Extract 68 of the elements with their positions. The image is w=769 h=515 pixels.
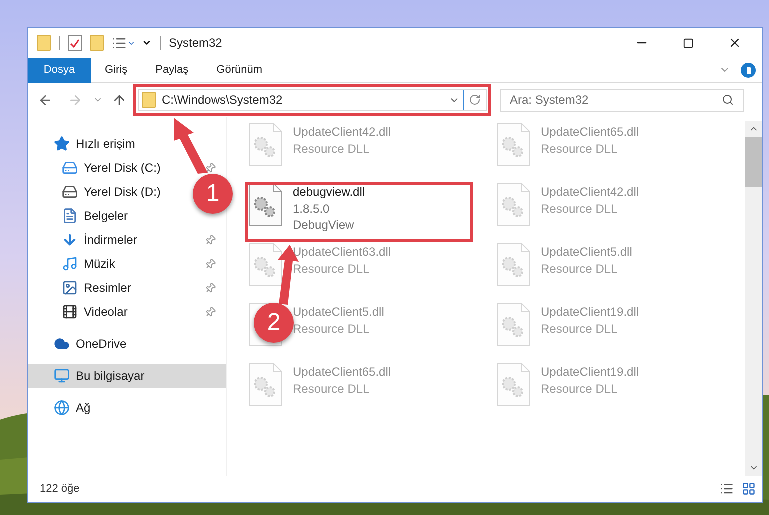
search-icon[interactable] xyxy=(722,94,734,106)
nav-item[interactable]: Yerel Disk (D:) xyxy=(62,180,163,204)
network-icon xyxy=(54,400,70,416)
download-icon xyxy=(62,232,78,248)
file-detail: Resource DLL xyxy=(541,141,619,157)
document-icon xyxy=(62,208,78,224)
nav-item[interactable]: Resimler xyxy=(62,276,134,300)
customize-icon[interactable] xyxy=(142,38,152,48)
nav-item[interactable]: Yerel Disk (C:) xyxy=(62,156,163,180)
drive-icon xyxy=(62,160,78,176)
folder-icon xyxy=(37,35,51,51)
ribbon-tab[interactable]: Paylaş xyxy=(142,58,203,82)
item-count: 122 öğe xyxy=(40,482,81,497)
gear-file-icon xyxy=(497,243,531,287)
details-view-icon[interactable] xyxy=(720,482,734,496)
gear-file-icon xyxy=(249,363,283,407)
nav-item[interactable]: OneDrive xyxy=(54,332,129,356)
gear-file-icon xyxy=(497,363,531,407)
address-path: C:\Windows\System32 xyxy=(162,92,283,109)
star-icon xyxy=(54,136,70,152)
file-detail: Resource DLL xyxy=(293,261,371,277)
window-title: System32 xyxy=(169,35,222,52)
maximize-icon[interactable] xyxy=(683,38,694,48)
file-detail: Resource DLL xyxy=(541,201,619,217)
back-icon[interactable] xyxy=(38,92,53,108)
gear-file-icon xyxy=(497,123,531,167)
file-name[interactable]: debugview.dll xyxy=(293,184,366,201)
gear-file-icon xyxy=(249,183,283,227)
ribbon-tab[interactable]: Giriş xyxy=(91,58,142,82)
ribbon-tab[interactable]: Dosya xyxy=(28,58,91,82)
nav-item[interactable]: Hızlı erişim xyxy=(54,132,138,156)
scrollbar[interactable] xyxy=(745,121,762,476)
scroll-thumb[interactable] xyxy=(745,137,762,187)
gear-file-icon xyxy=(249,243,283,287)
nav-item[interactable]: İndirmeler xyxy=(62,228,140,252)
file-detail: Resource DLL xyxy=(541,381,619,397)
properties-icon[interactable] xyxy=(112,36,127,50)
file-detail: Resource DLL xyxy=(541,321,619,337)
checklist-icon[interactable] xyxy=(68,35,82,51)
close-icon[interactable] xyxy=(728,36,742,50)
search-field[interactable]: Ara: System32 xyxy=(500,88,744,112)
ribbon-tab[interactable]: Görünüm xyxy=(202,58,276,82)
nav-item[interactable]: Belgeler xyxy=(62,204,130,228)
nav-item[interactable]: Müzik xyxy=(62,252,118,276)
file-detail: 1.8.5.0 xyxy=(293,201,331,217)
refresh-icon[interactable] xyxy=(469,94,481,106)
folder-icon xyxy=(90,35,104,51)
drive-icon xyxy=(62,184,78,200)
gear-file-icon xyxy=(249,123,283,167)
picture-icon xyxy=(62,280,78,296)
file-detail: Resource DLL xyxy=(541,261,619,277)
up-icon[interactable] xyxy=(112,92,127,108)
film-icon xyxy=(62,304,78,320)
music-note-icon xyxy=(62,256,78,272)
cloud-icon xyxy=(54,336,70,352)
file-detail: Resource DLL xyxy=(293,141,371,157)
search-input[interactable]: Ara: System32 xyxy=(510,91,722,109)
file-detail: Resource DLL xyxy=(293,321,371,337)
folder-icon xyxy=(142,92,156,108)
gear-file-icon xyxy=(497,303,531,347)
address-field[interactable]: C:\Windows\System32 xyxy=(138,89,487,111)
nav-item[interactable]: Videolar xyxy=(62,300,130,324)
computer-icon xyxy=(54,368,70,384)
file-detail: DebugView xyxy=(293,217,356,233)
large-icons-view-icon[interactable] xyxy=(742,482,756,496)
nav-item[interactable]: Ağ xyxy=(54,396,93,420)
file-detail: Resource DLL xyxy=(293,381,371,397)
gear-file-icon xyxy=(497,183,531,227)
